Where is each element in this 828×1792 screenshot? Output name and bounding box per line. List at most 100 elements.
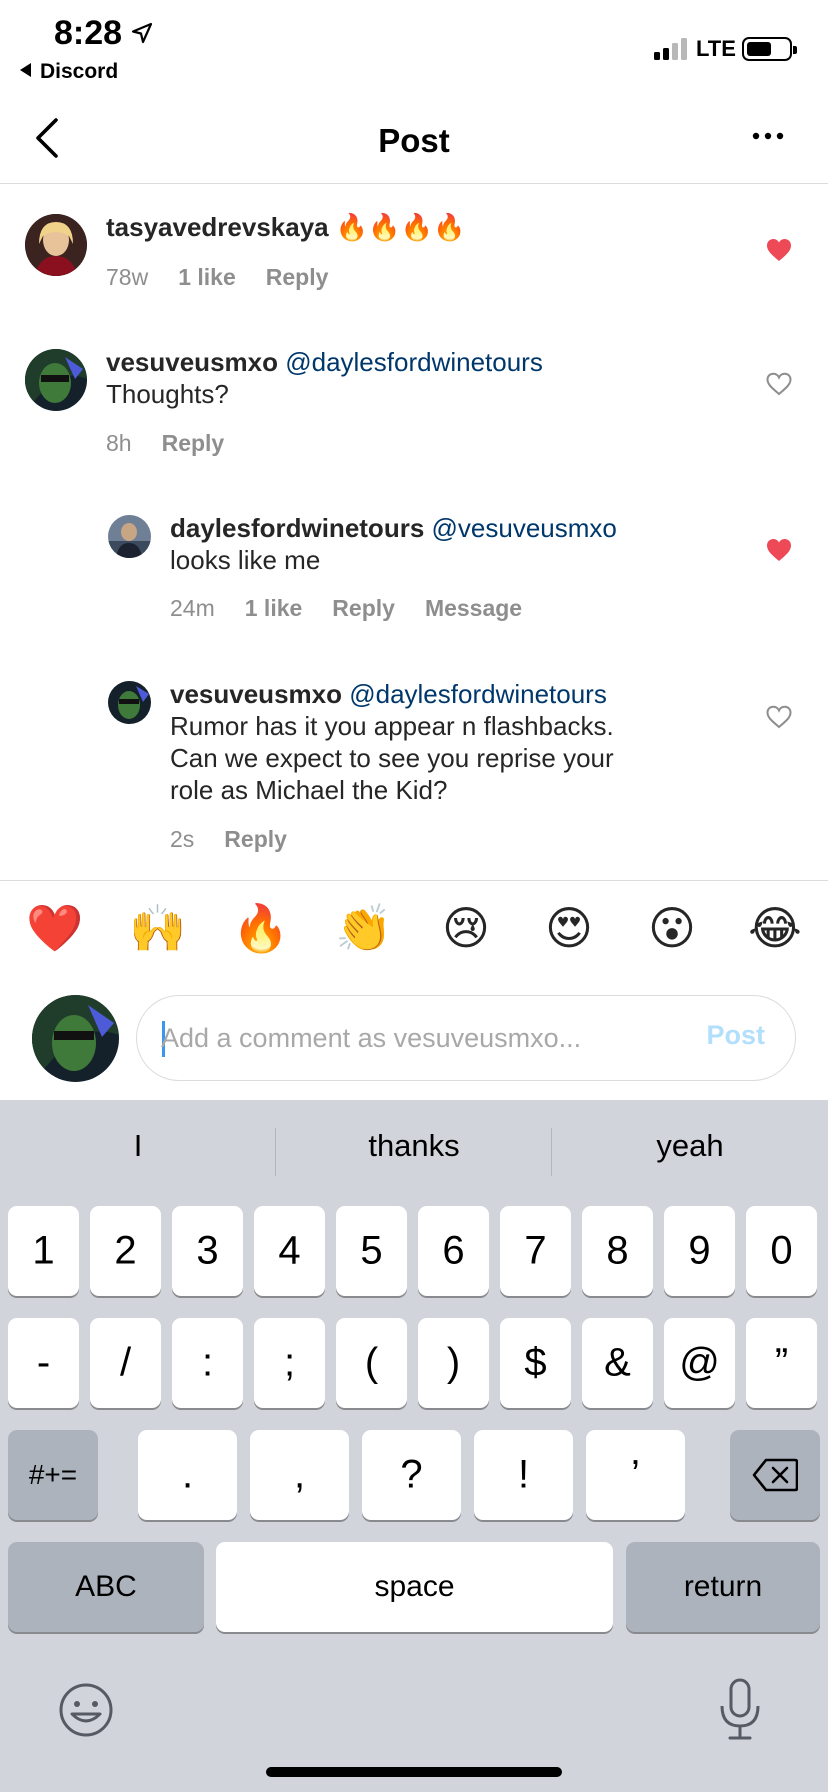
microphone-icon[interactable] (718, 1678, 762, 1742)
key-comma[interactable]: , (250, 1430, 349, 1520)
comment-time: 2s (170, 826, 195, 852)
comment-text: Thoughts? (106, 379, 229, 409)
tears-of-joy-emoji[interactable]: 😂 (747, 900, 803, 956)
comment-mention[interactable]: @vesuveusmxo (432, 513, 617, 543)
key-space[interactable]: space (216, 1542, 613, 1632)
current-user-avatar (32, 995, 119, 1082)
comment-meta: 24m 1 like Reply Message (170, 595, 552, 622)
key-3[interactable]: 3 (172, 1206, 243, 1296)
key-ampersand[interactable]: & (582, 1318, 653, 1408)
comment-text: 🔥🔥🔥🔥 (335, 213, 466, 243)
key-8[interactable]: 8 (582, 1206, 653, 1296)
red-heart-emoji[interactable]: ❤️ (26, 900, 83, 956)
reply-link[interactable]: Reply (162, 430, 225, 456)
cellular-signal-icon (654, 36, 690, 60)
clapping-hands-emoji[interactable]: 👏 (335, 900, 392, 956)
comment-meta: 78w 1 like Reply (106, 264, 358, 291)
comment-time: 24m (170, 595, 215, 621)
key-apostrophe[interactable]: ’ (586, 1430, 685, 1520)
avatar[interactable] (108, 515, 151, 558)
suggestion[interactable]: yeah (552, 1128, 828, 1164)
key-9[interactable]: 9 (664, 1206, 735, 1296)
comment-text-line: Can we expect to see you reprise your (170, 743, 614, 773)
key-at[interactable]: @ (664, 1318, 735, 1408)
page-title: Post (378, 122, 450, 159)
raising-hands-emoji[interactable]: 🙌 (129, 900, 186, 956)
back-to-app-link[interactable]: Discord (20, 60, 118, 84)
reply-link[interactable]: Reply (332, 595, 395, 621)
backspace-icon (752, 1458, 798, 1492)
key-dollar[interactable]: $ (500, 1318, 571, 1408)
keyboard: I thanks yeah 1 2 3 4 5 6 7 8 9 0 - / : … (0, 1100, 828, 1792)
emoji-keyboard-icon[interactable] (58, 1682, 114, 1738)
likes-count[interactable]: 1 like (178, 264, 236, 290)
key-slash[interactable]: / (90, 1318, 161, 1408)
surprised-face-emoji[interactable]: 😮 (644, 900, 700, 956)
key-6[interactable]: 6 (418, 1206, 489, 1296)
key-abc[interactable]: ABC (8, 1542, 204, 1632)
comment-body: vesuveusmxo @daylesfordwinetours Thought… (106, 346, 706, 410)
comment-time: 78w (106, 264, 149, 290)
reply-link[interactable]: Reply (224, 826, 287, 852)
comment-text: looks like me (170, 545, 321, 575)
comment-meta: 2s Reply (170, 826, 317, 853)
key-4[interactable]: 4 (254, 1206, 325, 1296)
home-indicator[interactable] (266, 1767, 562, 1777)
key-hyphen[interactable]: - (8, 1318, 79, 1408)
location-arrow-icon (131, 22, 153, 44)
key-1[interactable]: 1 (8, 1206, 79, 1296)
key-backspace[interactable] (730, 1430, 820, 1520)
likes-count[interactable]: 1 like (245, 595, 303, 621)
key-question[interactable]: ? (362, 1430, 461, 1520)
key-close-paren[interactable]: ) (418, 1318, 489, 1408)
avatar[interactable] (108, 681, 151, 724)
key-colon[interactable]: : (172, 1318, 243, 1408)
divider (0, 880, 828, 881)
fire-emoji[interactable]: 🔥 (232, 900, 289, 956)
key-semicolon[interactable]: ; (254, 1318, 325, 1408)
more-options-icon[interactable] (752, 128, 784, 144)
key-exclamation[interactable]: ! (474, 1430, 573, 1520)
liked-heart-icon[interactable] (766, 238, 792, 262)
key-quote[interactable]: ” (746, 1318, 817, 1408)
comment-username[interactable]: tasyavedrevskaya (106, 212, 329, 242)
key-0[interactable]: 0 (746, 1206, 817, 1296)
suggestion[interactable]: I (0, 1128, 276, 1164)
post-comment-button[interactable]: Post (706, 1020, 765, 1051)
suggestion[interactable]: thanks (276, 1128, 552, 1164)
heart-outline-icon[interactable] (766, 372, 792, 396)
comment-username[interactable]: daylesfordwinetours (170, 513, 424, 543)
heart-eyes-emoji[interactable]: 😍 (541, 900, 597, 956)
avatar[interactable] (25, 349, 87, 411)
back-triangle-icon (20, 63, 31, 78)
liked-heart-icon[interactable] (766, 538, 792, 562)
key-2[interactable]: 2 (90, 1206, 161, 1296)
key-more-symbols[interactable]: #+= (8, 1430, 98, 1520)
comment-username[interactable]: vesuveusmxo (170, 679, 342, 709)
comment-mention[interactable]: @daylesfordwinetours (349, 679, 607, 709)
key-period[interactable]: . (138, 1430, 237, 1520)
battery-icon (742, 37, 797, 61)
avatar[interactable] (25, 214, 87, 276)
comment-text-line: role as Michael the Kid? (170, 775, 448, 805)
emoji-quick-bar: ❤️ 🙌 🔥 👏 😢 😍 😮 😂 (0, 900, 828, 970)
comment-mention[interactable]: @daylesfordwinetours (285, 347, 543, 377)
key-return[interactable]: return (626, 1542, 820, 1632)
comment-input[interactable] (161, 996, 661, 1080)
comment-body: vesuveusmxo @daylesfordwinetours Rumor h… (170, 678, 730, 806)
comment-text-line: Rumor has it you appear n flashbacks. (170, 711, 614, 741)
heart-outline-icon[interactable] (766, 705, 792, 729)
network-type: LTE (696, 36, 736, 61)
comment-body: daylesfordwinetours @vesuveusmxo looks l… (170, 512, 710, 576)
status-time: 8:28 (54, 14, 123, 52)
back-app-label: Discord (40, 60, 119, 83)
reply-link[interactable]: Reply (266, 264, 329, 290)
message-link[interactable]: Message (425, 595, 522, 621)
key-open-paren[interactable]: ( (336, 1318, 407, 1408)
comment-username[interactable]: vesuveusmxo (106, 347, 278, 377)
status-bar: 8:28 Discord LTE (0, 0, 828, 92)
comment-input-container[interactable]: Post (136, 995, 796, 1081)
key-5[interactable]: 5 (336, 1206, 407, 1296)
crying-face-emoji[interactable]: 😢 (438, 900, 494, 956)
key-7[interactable]: 7 (500, 1206, 571, 1296)
